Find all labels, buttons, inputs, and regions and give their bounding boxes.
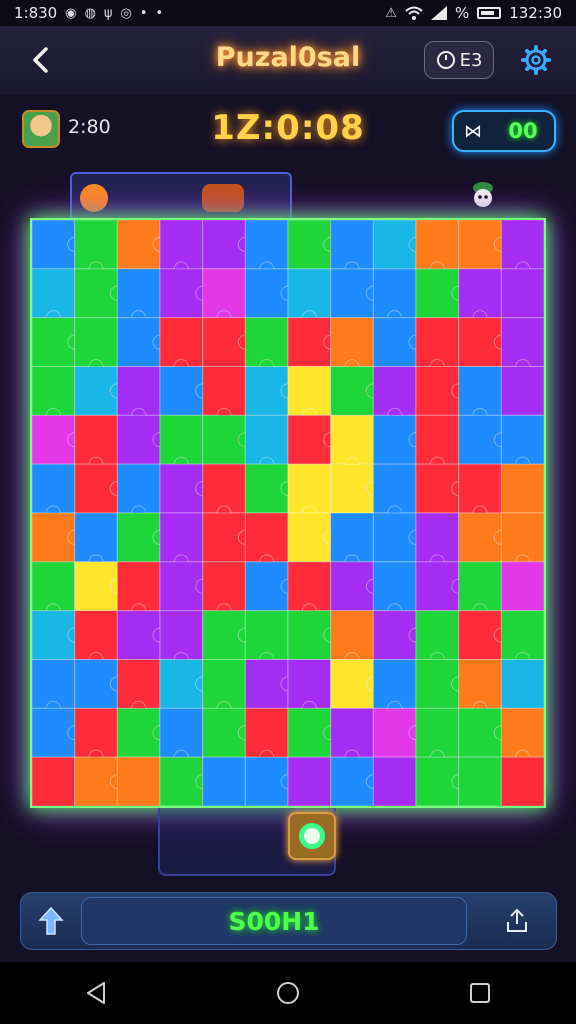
- app-bar: Puzal0sal E3: [0, 26, 576, 94]
- battery-icon: [477, 7, 502, 19]
- back-triangle-icon: [87, 982, 105, 1004]
- moves-counter: 2:80: [68, 116, 111, 138]
- puzzle-tile[interactable]: [458, 756, 502, 806]
- puzzle-tile[interactable]: [500, 366, 544, 416]
- puzzle-tile[interactable]: [32, 756, 76, 806]
- nav-home-button[interactable]: [258, 968, 318, 1018]
- score-pill[interactable]: ⋈ 00: [452, 110, 556, 152]
- messenger-icon: ◍: [84, 5, 96, 21]
- signal-icon: [430, 6, 447, 20]
- usb-icon: ψ: [103, 5, 113, 21]
- tray-piece[interactable]: [202, 184, 244, 212]
- puzzle-board-wrap: [30, 218, 546, 808]
- drop-target-button[interactable]: [288, 812, 336, 860]
- nav-back-button[interactable]: [66, 968, 126, 1018]
- puzzle-board[interactable]: [30, 218, 546, 808]
- main-action-button[interactable]: S00H1: [81, 897, 467, 945]
- no-sound-icon: ⚠: [385, 5, 397, 21]
- back-button[interactable]: [22, 40, 58, 80]
- puzzle-tile[interactable]: [500, 659, 544, 709]
- share-button[interactable]: [497, 901, 537, 941]
- puzzle-tile[interactable]: [500, 561, 544, 612]
- chevron-left-icon: [33, 47, 48, 73]
- clock-icon: [436, 51, 455, 69]
- puzzle-tile[interactable]: [500, 268, 544, 319]
- recents-square-icon: [470, 983, 490, 1003]
- tray-piece[interactable]: [80, 184, 108, 212]
- bottom-bar: S00H1: [20, 892, 557, 950]
- wifi-icon: [405, 6, 423, 20]
- settings-button[interactable]: [514, 42, 558, 78]
- nav-recents-button[interactable]: [450, 968, 510, 1018]
- puzzle-tile[interactable]: [500, 756, 544, 806]
- dot-icon: •: [139, 5, 148, 21]
- whatsapp-icon: ◉: [65, 5, 77, 21]
- info-bar: 2:80 1Z:0:08 ⋈ 00: [0, 94, 576, 164]
- piece-tray[interactable]: [70, 172, 292, 224]
- puzzle-tile[interactable]: [500, 463, 544, 514]
- status-time-right: 132:30: [509, 4, 562, 22]
- hint-chip-button[interactable]: E3: [424, 41, 494, 79]
- puzzle-tile[interactable]: [372, 756, 417, 806]
- ghost-character-icon: [473, 182, 493, 207]
- chip-label: E3: [459, 49, 483, 71]
- arrow-up-icon: [38, 906, 64, 935]
- bowtie-icon: ⋈: [464, 120, 482, 142]
- status-bar: 1:830 ◉ ◍ ψ ◎ • • ⚠ % 132:30: [0, 0, 576, 26]
- chrome-icon: ◎: [120, 5, 132, 21]
- dot-icon: •: [155, 5, 164, 21]
- status-bar-left: 1:830 ◉ ◍ ψ ◎ • •: [14, 4, 163, 22]
- system-nav-bar: [0, 962, 576, 1024]
- target-ring-icon: [299, 823, 325, 849]
- battery-text: %: [454, 4, 470, 22]
- puzzle-tile[interactable]: [287, 756, 332, 806]
- home-circle-icon: [277, 982, 299, 1004]
- gear-icon: [521, 45, 551, 75]
- puzzle-grid[interactable]: [32, 220, 544, 806]
- avatar[interactable]: [22, 110, 60, 148]
- puzzle-tile[interactable]: [202, 756, 246, 806]
- share-icon: [507, 908, 527, 932]
- status-time: 1:830: [14, 4, 58, 22]
- score-value: 00: [508, 119, 538, 143]
- status-bar-right: ⚠ % 132:30: [385, 4, 562, 22]
- up-button[interactable]: [31, 901, 71, 941]
- puzzle-tile[interactable]: [116, 756, 161, 806]
